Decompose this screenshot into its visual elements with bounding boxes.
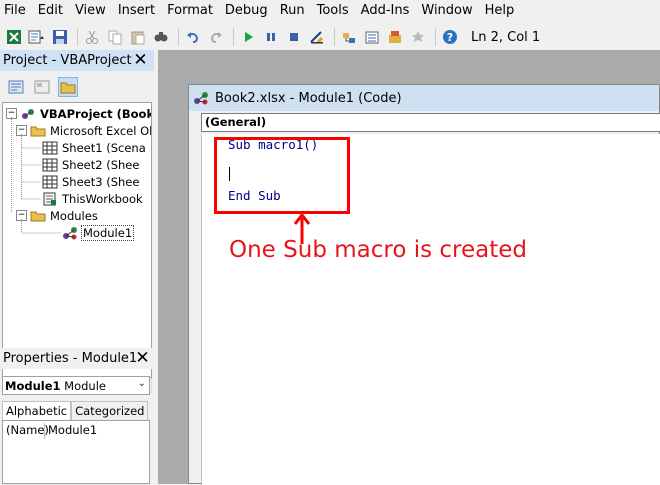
project-explorer-pane: Project - VBAProject − VBAProject (Book2… [0,50,154,393]
project-pane-title: Project - VBAProject [0,50,154,71]
redo-icon[interactable] [206,27,226,47]
reset-icon[interactable] [284,27,304,47]
menu-view[interactable]: View [69,0,112,22]
copy-icon[interactable] [105,27,125,47]
object-dropdown[interactable]: (General) [201,113,660,132]
properties-pane-title: Properties - Module1 [0,348,154,369]
menu-insert[interactable]: Insert [112,0,161,22]
menu-file[interactable]: File [0,0,32,22]
toolbar-separator [435,28,436,46]
project-pane-toolbar [0,74,154,100]
properties-object-dropdown[interactable]: Module1 Module ⌄ [2,376,150,395]
view-code-icon[interactable] [6,77,26,97]
cursor-position-readout: Ln 2, Col 1 [471,29,541,45]
break-icon[interactable] [261,27,281,47]
properties-window-icon[interactable] [362,27,382,47]
chevron-down-icon[interactable]: ⌄ [138,378,146,389]
properties-object-name: Module1 [5,378,61,393]
toolbar-separator [178,28,179,46]
svg-text:?: ? [447,31,453,44]
properties-grid: (Name) Module1 [2,420,150,484]
insert-module-icon[interactable] [27,27,47,47]
annotation-text: One Sub macro is created [229,237,528,263]
standard-toolbar: ? Ln 2, Col 1 [0,24,660,50]
properties-pane: Properties - Module1 ✕ Module1 Module ⌄ … [0,348,154,484]
help-icon[interactable]: ? [440,27,460,47]
menu-help[interactable]: Help [479,0,521,22]
tree-connector-lines [11,117,61,234]
tab-alphabetic[interactable]: Alphabetic [2,401,72,421]
menu-format[interactable]: Format [161,0,219,22]
annotation-highlight-box [214,137,350,214]
menu-window[interactable]: Window [415,0,478,22]
properties-pane-title-text: Properties - Module1 [3,351,138,366]
save-icon[interactable] [50,27,70,47]
toolbox-icon[interactable] [408,27,428,47]
excel-icon[interactable] [4,27,24,47]
property-row[interactable]: (Name) Module1 [5,423,97,439]
menu-add-ins[interactable]: Add-Ins [355,0,416,22]
toggle-folders-icon[interactable] [58,77,78,97]
code-window-titlebar[interactable]: Book2.xlsx - Module1 (Code) [189,85,659,111]
properties-tabs: Alphabetic Categorized [2,401,149,421]
menu-debug[interactable]: Debug [219,0,274,22]
object-browser-icon[interactable] [385,27,405,47]
property-name: (Name) [6,423,49,439]
property-value[interactable]: Module1 [45,423,97,439]
undo-icon[interactable] [183,27,203,47]
toolbar-separator [233,28,234,46]
module-icon [193,89,211,107]
tab-categorized[interactable]: Categorized [71,401,149,421]
menu-tools[interactable]: Tools [311,0,355,22]
properties-object-type: Module [64,378,106,393]
menu-edit[interactable]: Edit [32,0,69,22]
menu-run[interactable]: Run [274,0,311,22]
run-icon[interactable] [238,27,258,47]
project-pane-title-text: Project - VBAProject [3,53,132,68]
menu-bar: File Edit View Insert Format Debug Run T… [0,0,660,22]
design-mode-icon[interactable] [307,27,327,47]
view-object-icon[interactable] [32,77,52,97]
toolbar-separator [77,28,78,46]
mdi-workspace: Book2.xlsx - Module1 (Code) (General) Su… [158,50,660,485]
find-icon[interactable] [151,27,171,47]
project-tree: − VBAProject (Book2. − Microsoft Excel O… [2,102,152,378]
properties-pane-close-icon[interactable]: ✕ [134,350,151,367]
toolbar-separator [334,28,335,46]
project-pane-close-icon-glyph[interactable]: ✕ [132,52,149,69]
project-explorer-icon[interactable] [339,27,359,47]
cut-icon[interactable] [82,27,102,47]
paste-icon[interactable] [128,27,148,47]
code-window-title: Book2.xlsx - Module1 (Code) [215,90,402,106]
